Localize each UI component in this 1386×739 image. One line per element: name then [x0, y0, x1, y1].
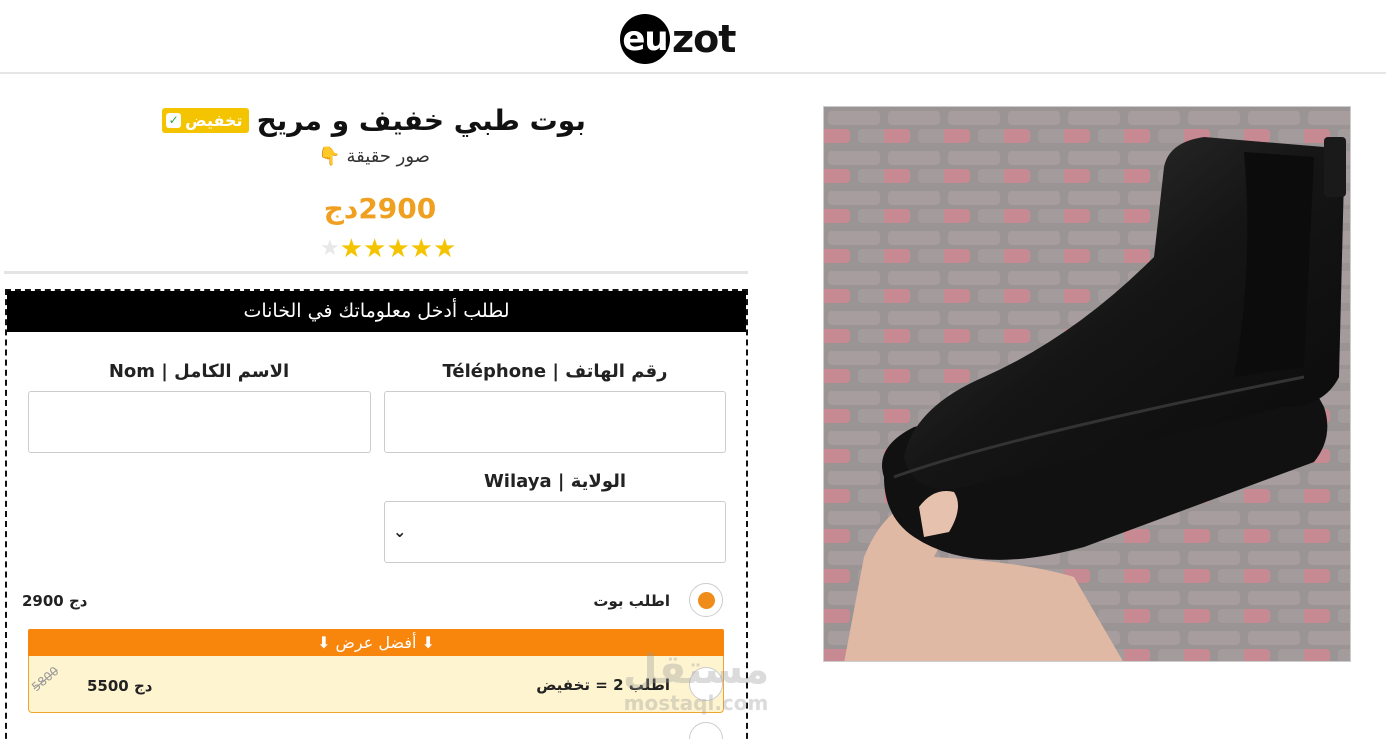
- pointing-down-icon: 👇: [318, 146, 341, 167]
- star-icon: ★: [432, 234, 457, 264]
- chevron-down-icon: ⌄: [393, 522, 407, 541]
- name-field[interactable]: [28, 391, 371, 453]
- boot-photo: [824, 107, 1350, 661]
- form-header: لطلب أدخل معلوماتك في الخانات: [7, 291, 746, 332]
- product-title-row: بوت طبي خفيف و مريح تخفيض ✓: [0, 104, 748, 137]
- option2-price: 5500 دج: [87, 677, 153, 695]
- name-label: Nom | الاسم الكامل: [108, 361, 290, 382]
- option1-price: 2900 دج: [22, 592, 88, 610]
- option1-radio[interactable]: [689, 583, 723, 617]
- product-image[interactable]: [823, 106, 1351, 662]
- wilaya-select[interactable]: ⌄: [384, 501, 726, 563]
- phone-field[interactable]: [384, 391, 726, 453]
- product-subtitle: صور حقيقة: [346, 146, 430, 167]
- star-icon: ★: [363, 234, 387, 264]
- radio-selected-dot: [698, 592, 715, 609]
- option2-radio[interactable]: [689, 667, 723, 701]
- site-logo[interactable]: eu zot: [620, 10, 736, 68]
- product-price: 2900دج: [323, 192, 437, 225]
- section-divider: [4, 271, 748, 274]
- option1-label: اطلب بوت: [593, 592, 670, 610]
- wilaya-label: Wilaya | الولاية: [483, 471, 627, 492]
- rating-stars: ★ ★ ★ ★ ★ ★: [320, 235, 456, 263]
- discount-badge-label: تخفيض: [185, 111, 243, 130]
- option2-label: اطلب 2 = تخفيض: [536, 676, 670, 694]
- star-icon: ★: [320, 236, 340, 261]
- logo-circle: eu: [620, 14, 670, 64]
- star-icon: ★: [409, 234, 433, 264]
- phone-label: Téléphone | رقم الهاتف: [442, 361, 668, 382]
- product-subtitle-row: صور حقيقة 👇: [0, 146, 748, 167]
- site-header: eu zot: [0, 0, 1386, 74]
- logo-text: zot: [672, 17, 736, 61]
- discount-badge: تخفيض ✓: [162, 108, 249, 133]
- star-icon: ★: [339, 234, 364, 264]
- product-title: بوت طبي خفيف و مريح: [256, 104, 586, 137]
- best-offer-banner: ⬇ أفضل عرض ⬇: [28, 629, 724, 656]
- check-icon: ✓: [166, 113, 182, 128]
- star-icon: ★: [386, 234, 410, 264]
